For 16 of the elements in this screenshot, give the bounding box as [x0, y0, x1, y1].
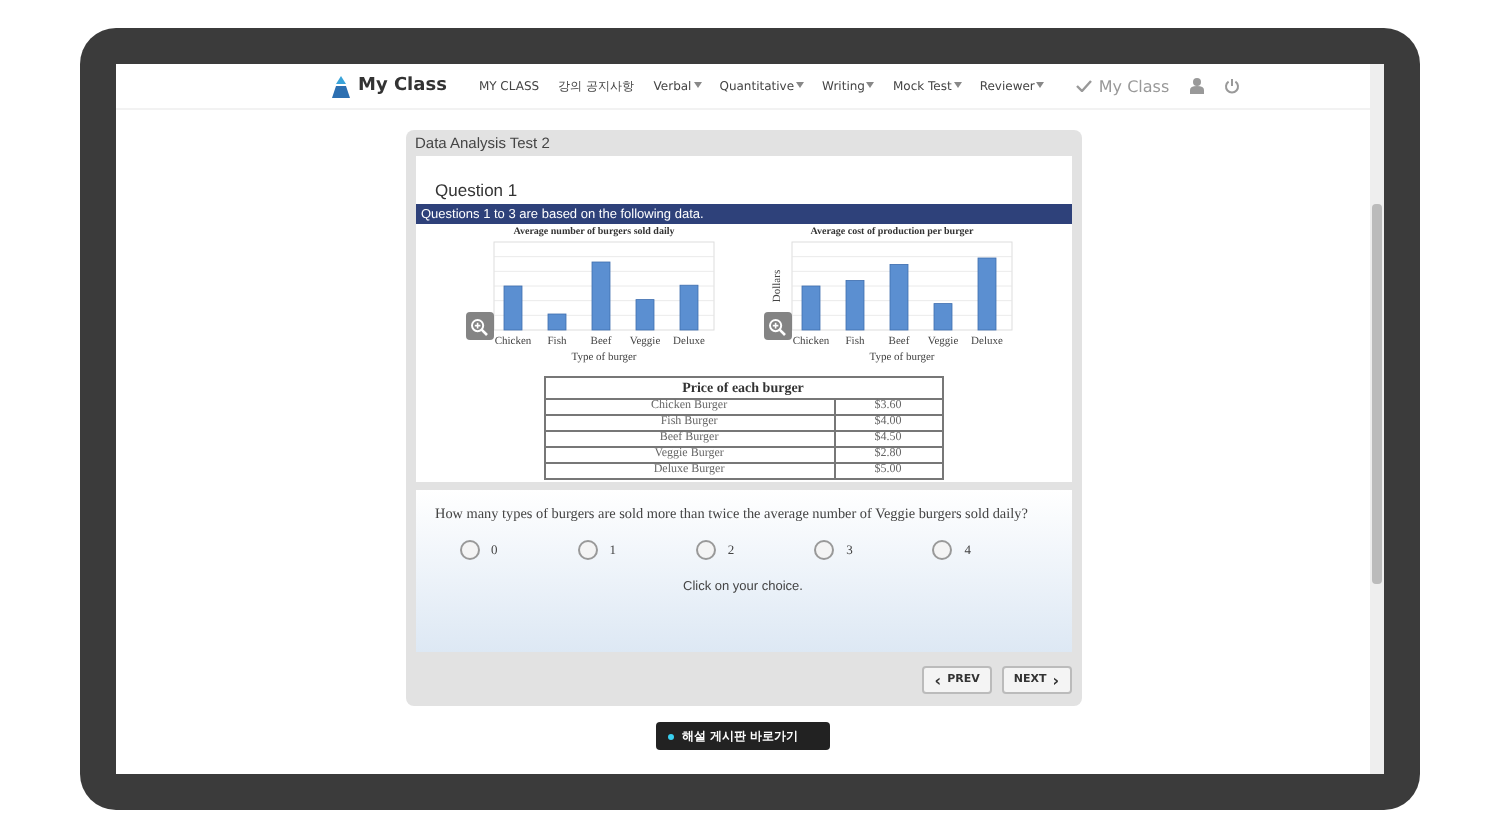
zoom-button[interactable] — [465, 312, 493, 340]
user-icon[interactable] — [1189, 78, 1204, 94]
radio-button[interactable] — [814, 540, 835, 560]
zoom-button[interactable] — [763, 312, 791, 340]
check-icon — [1076, 80, 1093, 92]
radio-button[interactable] — [459, 540, 479, 560]
radio-button[interactable] — [577, 540, 598, 560]
scrollbar[interactable] — [1370, 64, 1384, 774]
question-number: Question 1 — [433, 178, 520, 204]
zoom-in-icon — [768, 317, 786, 335]
power-icon[interactable] — [1223, 78, 1240, 94]
radio-button[interactable] — [932, 540, 953, 560]
radio-button[interactable] — [695, 540, 716, 560]
logo-icon — [330, 75, 352, 97]
logo-text[interactable]: My Class — [358, 76, 447, 96]
zoom-in-icon — [470, 317, 488, 335]
